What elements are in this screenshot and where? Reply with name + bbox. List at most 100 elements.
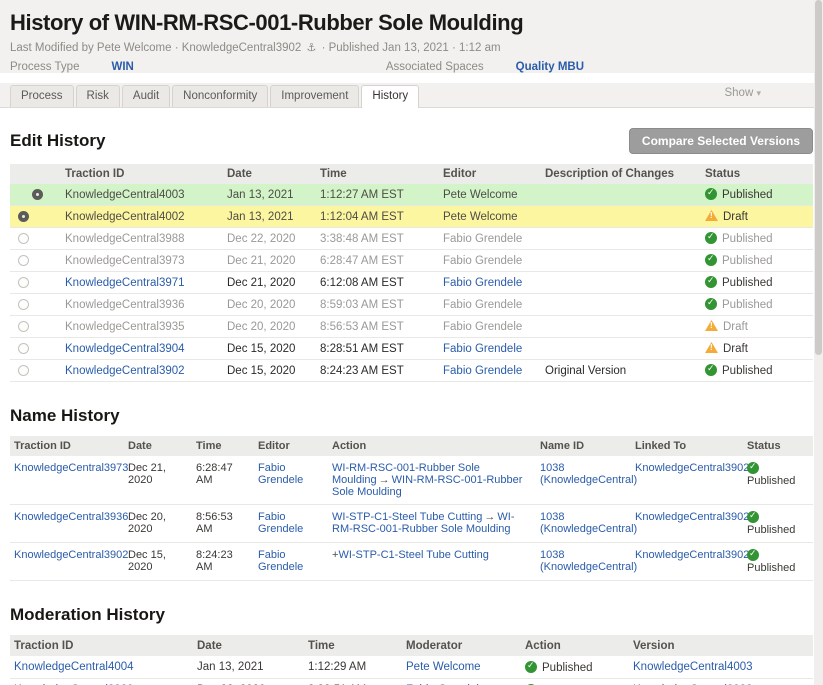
radio-column-header bbox=[10, 164, 65, 184]
tab-improvement[interactable]: Improvement bbox=[270, 85, 359, 107]
column-header-date: Date bbox=[124, 436, 192, 456]
date-cell: Dec 15, 2020 bbox=[124, 543, 192, 581]
moderator-link[interactable]: Pete Welcome bbox=[406, 661, 481, 673]
associated-spaces-value[interactable]: Quality MBU bbox=[516, 61, 584, 73]
version-select-radio[interactable] bbox=[18, 321, 29, 332]
name-history-header-row: Traction ID Date Time Editor Action Name… bbox=[10, 436, 813, 456]
table-row: KnowledgeCentral3902 Dec 15, 2020 8:24:2… bbox=[10, 543, 813, 581]
name-id-link[interactable]: 1038 (KnowledgeCentral) bbox=[540, 511, 637, 535]
process-type-label: Process Type bbox=[10, 61, 79, 73]
status-label: Published bbox=[722, 255, 773, 267]
tab-bar: Process Risk Audit Nonconformity Improve… bbox=[0, 83, 823, 108]
traction-id-link[interactable]: KnowledgeCentral3904 bbox=[65, 343, 185, 355]
edit-history-heading: Edit History bbox=[10, 131, 105, 151]
time-cell: 6:12:08 AM EST bbox=[320, 272, 443, 294]
tab-process[interactable]: Process bbox=[10, 85, 74, 107]
date-cell: Dec 15, 2020 bbox=[227, 360, 320, 382]
tab-nonconformity[interactable]: Nonconformity bbox=[172, 85, 268, 107]
description-cell bbox=[545, 272, 705, 294]
version-select-radio[interactable] bbox=[18, 343, 29, 354]
editor-cell: Fabio Grendele bbox=[443, 228, 545, 250]
compare-selected-versions-button[interactable]: Compare Selected Versions bbox=[629, 128, 813, 154]
scrollbar-thumb[interactable] bbox=[815, 0, 822, 355]
version-select-radio[interactable] bbox=[18, 233, 29, 244]
date-cell: Dec 20, 2020 bbox=[227, 316, 320, 338]
editor-link[interactable]: Fabio Grendele bbox=[258, 462, 303, 486]
old-name-link[interactable]: WI-STP-C1-Steel Tube Cutting bbox=[332, 511, 482, 523]
date-cell: Dec 22, 2020 bbox=[227, 228, 320, 250]
editor-link[interactable]: Fabio Grendele bbox=[258, 549, 303, 573]
traction-id-link[interactable]: KnowledgeCentral4004 bbox=[14, 661, 134, 673]
traction-id-link[interactable]: KnowledgeCentral3936 bbox=[14, 511, 128, 523]
linked-to-link[interactable]: KnowledgeCentral3902 bbox=[635, 549, 749, 561]
status-label: Published bbox=[722, 233, 773, 245]
traction-id-link[interactable]: KnowledgeCentral3973 bbox=[14, 462, 128, 474]
status-label: Published bbox=[722, 299, 773, 311]
status-label: Published bbox=[722, 189, 773, 201]
name-id-link[interactable]: 1038 (KnowledgeCentral) bbox=[540, 549, 637, 573]
traction-id-cell: KnowledgeCentral3988 bbox=[65, 228, 227, 250]
time-cell: 3:38:51 AM bbox=[304, 679, 402, 685]
version-select-radio[interactable] bbox=[18, 299, 29, 310]
published-icon bbox=[747, 549, 759, 561]
version-select-radio[interactable] bbox=[32, 189, 43, 200]
draft-icon bbox=[705, 210, 718, 221]
new-name-link[interactable]: WI-STP-C1-Steel Tube Cutting bbox=[338, 549, 488, 561]
version-select-radio[interactable] bbox=[18, 365, 29, 376]
linked-to-link[interactable]: KnowledgeCentral3902 bbox=[635, 511, 749, 523]
column-header-editor: Editor bbox=[254, 436, 328, 456]
history-content: Edit History Compare Selected Versions T… bbox=[0, 128, 823, 685]
status-label: Draft bbox=[723, 321, 748, 333]
editor-cell: Pete Welcome bbox=[443, 206, 545, 228]
tab-audit[interactable]: Audit bbox=[122, 85, 170, 107]
tab-history[interactable]: History bbox=[361, 85, 419, 108]
version-select-radio[interactable] bbox=[18, 277, 29, 288]
description-cell bbox=[545, 250, 705, 272]
editor-link[interactable]: Fabio Grendele bbox=[258, 511, 303, 535]
traction-id-cell: KnowledgeCentral4002 bbox=[65, 206, 227, 228]
traction-id-link[interactable]: KnowledgeCentral3971 bbox=[65, 277, 185, 289]
name-id-link[interactable]: 1038 (KnowledgeCentral) bbox=[540, 462, 637, 486]
action-cell: WI-STP-C1-Steel Tube Cutting→WI-RM-RSC-0… bbox=[328, 505, 536, 543]
published-icon bbox=[747, 511, 759, 523]
moderation-history-header-row: Traction ID Date Time Moderator Action V… bbox=[10, 635, 813, 656]
date-cell: Jan 13, 2021 bbox=[193, 656, 304, 679]
editor-link[interactable]: Fabio Grendele bbox=[443, 343, 522, 355]
editor-link[interactable]: Fabio Grendele bbox=[443, 277, 522, 289]
version-link[interactable]: KnowledgeCentral4003 bbox=[633, 661, 753, 673]
editor-link[interactable]: Fabio Grendele bbox=[443, 365, 522, 377]
status-label: Published bbox=[722, 365, 773, 377]
process-meta-row: Process Type WIN Associated Spaces Quali… bbox=[10, 61, 811, 73]
date-cell: Dec 20, 2020 bbox=[227, 294, 320, 316]
traction-id-cell: KnowledgeCentral3935 bbox=[65, 316, 227, 338]
tab-risk[interactable]: Risk bbox=[76, 85, 120, 107]
date-cell: Jan 13, 2021 bbox=[227, 184, 320, 206]
draft-icon bbox=[705, 342, 718, 353]
description-cell bbox=[545, 294, 705, 316]
column-header-name-id: Name ID bbox=[536, 436, 631, 456]
show-dropdown[interactable]: Show ▾ bbox=[724, 87, 813, 107]
status-label: Published bbox=[747, 562, 795, 574]
name-history-heading: Name History bbox=[10, 406, 813, 426]
published-icon bbox=[525, 661, 537, 673]
table-row: KnowledgeCentral3988 Dec 22, 2020 3:38:4… bbox=[10, 228, 813, 250]
table-row: KnowledgeCentral3936 Dec 20, 2020 8:56:5… bbox=[10, 505, 813, 543]
date-cell: Dec 15, 2020 bbox=[227, 338, 320, 360]
scrollbar[interactable] bbox=[814, 0, 823, 685]
column-header-action: Action bbox=[521, 635, 629, 656]
table-row: KnowledgeCentral3904 Dec 15, 2020 8:28:5… bbox=[10, 338, 813, 360]
process-type-value[interactable]: WIN bbox=[111, 61, 133, 73]
version-select-radio[interactable] bbox=[18, 255, 29, 266]
linked-to-link[interactable]: KnowledgeCentral3902 bbox=[635, 462, 749, 474]
time-cell: 8:56:53 AM bbox=[192, 505, 254, 543]
page-title: History of WIN-RM-RSC-001-Rubber Sole Mo… bbox=[10, 10, 811, 36]
traction-id-cell: KnowledgeCentral3936 bbox=[65, 294, 227, 316]
date-cell: Dec 21, 2020 bbox=[124, 456, 192, 505]
traction-id-link[interactable]: KnowledgeCentral3902 bbox=[14, 549, 128, 561]
traction-id-link[interactable]: KnowledgeCentral3902 bbox=[65, 365, 185, 377]
published-icon bbox=[705, 364, 717, 376]
version-select-radio[interactable] bbox=[18, 211, 29, 222]
column-header-editor: Editor bbox=[443, 164, 545, 184]
table-row: KnowledgeCentral3989 Dec 22, 2020 3:38:5… bbox=[10, 679, 813, 685]
published-icon bbox=[705, 232, 717, 244]
